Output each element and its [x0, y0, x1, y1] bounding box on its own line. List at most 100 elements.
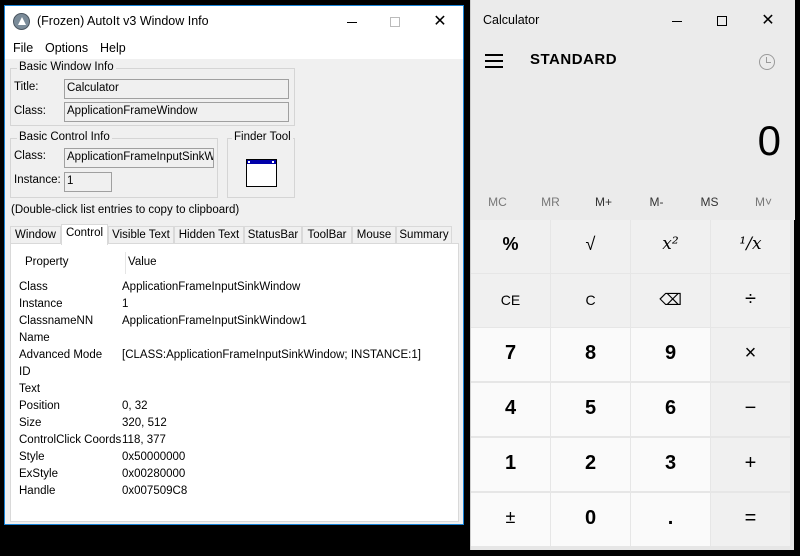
table-row[interactable]: Class ApplicationFrameInputSinkWindow	[11, 281, 451, 298]
digit-5-button[interactable]: 5	[551, 383, 630, 436]
backspace-button[interactable]: ⌫	[631, 274, 710, 327]
property-value: [CLASS:ApplicationFrameInputSinkWindow; …	[122, 349, 421, 361]
calculator-window: Calculator ✕ STANDARD 0 MC MR M+ M- MS M…	[470, 0, 795, 550]
tab-statusbar[interactable]: StatusBar	[244, 226, 302, 244]
control-tab-panel: Property Value Class ApplicationFrameInpu…	[10, 243, 459, 522]
table-row[interactable]: Instance 1	[11, 298, 451, 315]
finder-tool-icon[interactable]	[246, 159, 277, 187]
decimal-button[interactable]: .	[631, 493, 710, 546]
table-row[interactable]: Position 0, 32	[11, 400, 451, 417]
subtract-button[interactable]: −	[711, 383, 790, 436]
reciprocal-button[interactable]: ¹/x	[711, 220, 790, 273]
group-legend: Basic Control Info	[17, 131, 112, 143]
tab-summary[interactable]: Summary	[396, 226, 452, 244]
header-property[interactable]: Property	[25, 256, 68, 268]
calc-minimize-button[interactable]	[654, 5, 700, 35]
multiply-button[interactable]: ×	[711, 328, 790, 381]
property-name: Position	[19, 400, 60, 412]
clear-entry-button[interactable]: CE	[471, 274, 550, 327]
property-name: Handle	[19, 485, 56, 497]
add-button[interactable]: +	[711, 438, 790, 491]
menu-bar: File Options Help	[5, 37, 463, 59]
tab-window[interactable]: Window	[10, 226, 61, 244]
minimize-button[interactable]	[329, 6, 375, 37]
digit-1-button[interactable]: 1	[471, 438, 550, 491]
menu-options[interactable]: Options	[45, 41, 88, 55]
property-value: 0, 32	[122, 400, 148, 412]
property-name: ControlClick Coords	[19, 434, 122, 446]
property-name: Style	[19, 451, 45, 463]
title-field[interactable]: Calculator	[64, 79, 289, 99]
digit-8-button[interactable]: 8	[551, 328, 630, 381]
instance-field[interactable]: 1	[64, 172, 112, 192]
property-name: Instance	[19, 298, 63, 310]
property-name: Text	[19, 383, 41, 395]
calc-close-button[interactable]: ✕	[745, 5, 791, 35]
tab-mouse[interactable]: Mouse	[352, 226, 396, 244]
table-row[interactable]: Handle 0x007509C8	[11, 485, 451, 502]
calc-maximize-button[interactable]	[699, 5, 745, 35]
square-root-button[interactable]: √	[551, 220, 630, 273]
title-bar[interactable]: (Frozen) AutoIt v3 Window Info ✕	[5, 6, 463, 37]
property-value: 118, 377	[122, 434, 166, 446]
table-row[interactable]: ID	[11, 366, 451, 383]
table-row[interactable]: Text	[11, 383, 451, 400]
memory-list-button: M˅	[754, 195, 772, 209]
memory-subtract-button[interactable]: M-	[630, 195, 683, 209]
property-value: ApplicationFrameInputSinkWindow	[122, 281, 301, 293]
autoit-app-icon	[13, 13, 30, 30]
percent-button[interactable]: %	[471, 220, 550, 273]
calc-header: STANDARD	[471, 40, 795, 84]
tab-visible-text[interactable]: Visible Text	[108, 226, 174, 244]
equals-button[interactable]: =	[711, 493, 790, 546]
column-divider[interactable]	[125, 252, 126, 274]
class-label: Class:	[14, 105, 46, 117]
digit-9-button[interactable]: 9	[631, 328, 710, 381]
calc-title-bar[interactable]: Calculator ✕	[471, 0, 795, 40]
property-name: Name	[19, 332, 50, 344]
digit-7-button[interactable]: 7	[471, 328, 550, 381]
digit-6-button[interactable]: 6	[631, 383, 710, 436]
tab-toolbar[interactable]: ToolBar	[302, 226, 352, 244]
digit-0-button[interactable]: 0	[551, 493, 630, 546]
tab-control[interactable]: Control	[61, 224, 108, 245]
group-legend: Finder Tool	[232, 131, 293, 143]
divide-button[interactable]: ÷	[711, 274, 790, 327]
class-field[interactable]: ApplicationFrameWindow	[64, 102, 289, 122]
property-name: ExStyle	[19, 468, 58, 480]
control-class-field[interactable]: ApplicationFrameInputSinkWin	[64, 148, 214, 168]
table-row[interactable]: Name	[11, 332, 451, 349]
history-icon[interactable]	[759, 54, 775, 70]
tab-hidden-text[interactable]: Hidden Text	[174, 226, 244, 244]
digit-3-button[interactable]: 3	[631, 438, 710, 491]
menu-file[interactable]: File	[13, 41, 33, 55]
property-value: ApplicationFrameInputSinkWindow1	[122, 315, 307, 327]
group-legend: Basic Window Info	[17, 61, 116, 73]
minimize-icon	[347, 21, 357, 23]
table-row[interactable]: Style 0x50000000	[11, 451, 451, 468]
close-button[interactable]: ✕	[417, 6, 463, 37]
memory-store-button[interactable]: MS	[683, 195, 736, 209]
negate-button[interactable]: ±	[471, 493, 550, 546]
property-name: ID	[19, 366, 31, 378]
table-row[interactable]: ControlClick Coords 118, 377	[11, 434, 451, 451]
table-row[interactable]: Advanced Mode [CLASS:ApplicationFrameInpu…	[11, 349, 451, 366]
header-value[interactable]: Value	[128, 256, 157, 268]
display-value: 0	[757, 117, 781, 164]
calc-display: 0	[471, 84, 795, 184]
digit-4-button[interactable]: 4	[471, 383, 550, 436]
hamburger-menu-icon[interactable]	[485, 54, 503, 68]
menu-help[interactable]: Help	[100, 41, 126, 55]
square-button[interactable]: x²	[631, 220, 710, 273]
digit-2-button[interactable]: 2	[551, 438, 630, 491]
desktop: (Frozen) AutoIt v3 Window Info ✕ File Op…	[0, 0, 800, 556]
memory-add-button[interactable]: M+	[577, 195, 630, 209]
property-name: ClassnameNN	[19, 315, 94, 327]
instance-label: Instance:	[14, 174, 61, 186]
table-row[interactable]: ClassnameNN ApplicationFrameInputSinkWind…	[11, 315, 451, 332]
calc-mode-title: STANDARD	[530, 51, 618, 68]
maximize-icon	[717, 16, 727, 27]
table-row[interactable]: Size 320, 512	[11, 417, 451, 434]
table-row[interactable]: ExStyle 0x00280000	[11, 468, 451, 485]
clear-button[interactable]: C	[551, 274, 630, 327]
